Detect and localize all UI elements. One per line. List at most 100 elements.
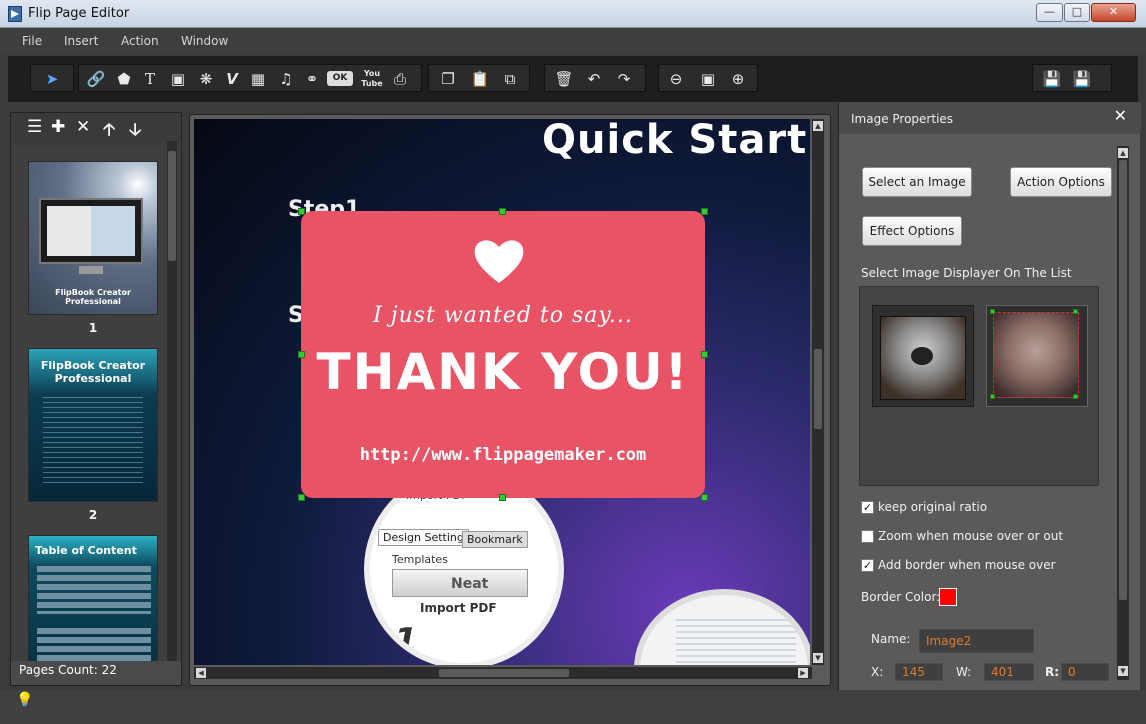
resize-handle[interactable] — [499, 208, 506, 215]
pages-count: Pages Count: 22 — [19, 663, 117, 677]
page-thumbnail-image: FlipBook Creator Professional — [28, 161, 158, 315]
action-options-button[interactable]: Action Options — [1010, 167, 1112, 197]
properties-panel: Image Properties ✕ Select an Image Actio… — [838, 102, 1141, 692]
save-icon[interactable]: 💾 — [1041, 68, 1063, 90]
menu-bar: File Insert Action Window — [0, 28, 1146, 54]
page-thumbnail[interactable]: Table of Content — [28, 535, 158, 661]
step-circle-graphic: Import PDF Design Setting Bookmark Templ… — [364, 469, 564, 665]
thank-you-image[interactable]: I just wanted to say... THANK YOU! http:… — [301, 211, 705, 498]
zoom-tool-group: ⊖ ▣ ⊕ — [658, 64, 758, 92]
remove-page-icon[interactable]: ✕ — [76, 117, 90, 137]
paste-icon[interactable]: 📋 — [469, 68, 491, 90]
card-script-text: I just wanted to say... — [373, 303, 633, 328]
window-title: Flip Page Editor — [28, 6, 130, 21]
text-icon[interactable]: T — [139, 68, 161, 90]
resize-handle[interactable] — [701, 351, 708, 358]
effect-options-button[interactable]: Effect Options — [862, 216, 962, 246]
koala-thumbnail — [880, 316, 966, 400]
minimize-button[interactable]: — — [1036, 3, 1063, 22]
properties-scrollbar[interactable]: ▲ ▼ — [1117, 146, 1129, 680]
copy-icon[interactable]: ❐ — [437, 68, 459, 90]
fit-page-icon[interactable]: ▣ — [697, 68, 719, 90]
pages-scroll-thumb[interactable] — [168, 151, 176, 261]
link-icon[interactable]: 🔗 — [85, 68, 107, 90]
toolbar: ➤ 🔗 ⬟ T ▣ ❋ V ▦ ♫ ⚭ OK You Tube ⎙ ❐ 📋 ⧉ … — [8, 56, 1138, 102]
page-list-icon[interactable]: ☰ — [27, 117, 42, 137]
image-displayer-list — [859, 286, 1099, 486]
canvas-hscroll-thumb[interactable] — [439, 669, 569, 677]
resize-handle[interactable] — [701, 494, 708, 501]
undo-icon[interactable]: ↶ — [583, 68, 605, 90]
shape-icon[interactable]: ⬟ — [113, 68, 135, 90]
properties-title: Image Properties — [851, 112, 954, 126]
keep-ratio-checkbox[interactable]: ✓ — [861, 501, 874, 514]
add-page-icon[interactable]: ✚ — [51, 117, 65, 137]
canvas-horizontal-scrollbar[interactable]: ◀ ▶ — [194, 667, 812, 679]
page-thumbnail-image: FlipBook Creator Professional — [28, 348, 158, 502]
video-icon[interactable]: ▦ — [247, 68, 269, 90]
name-label: Name: — [871, 632, 911, 646]
select-move-icon[interactable]: ➤ — [41, 68, 63, 90]
displayer-option-plain[interactable] — [872, 305, 974, 407]
resize-handle[interactable] — [298, 351, 305, 358]
menu-file[interactable]: File — [22, 34, 42, 48]
properties-scroll-thumb[interactable] — [1119, 160, 1127, 600]
scroll-right-icon[interactable]: ▶ — [798, 668, 808, 678]
menu-action[interactable]: Action — [121, 34, 159, 48]
menu-window[interactable]: Window — [181, 34, 228, 48]
r-field[interactable]: 0 — [1061, 663, 1109, 681]
ok-button-icon[interactable]: OK — [327, 71, 353, 86]
audio-icon[interactable]: ♫ — [275, 68, 297, 90]
app-icon — [8, 6, 22, 22]
redo-icon[interactable]: ↷ — [613, 68, 635, 90]
card-url-text: http://www.flippagemaker.com — [359, 445, 647, 465]
flash-icon[interactable]: ❋ — [195, 68, 217, 90]
page-thumbnail[interactable]: FlipBook Creator Professional 1 — [28, 161, 158, 335]
x-field[interactable]: 145 — [895, 663, 943, 681]
w-field[interactable]: 401 — [984, 663, 1034, 681]
print-icon[interactable]: ⎙ — [389, 68, 411, 90]
maximize-button[interactable]: □ — [1064, 3, 1090, 22]
zoom-checkbox[interactable] — [861, 530, 874, 543]
border-color-swatch[interactable] — [939, 588, 957, 606]
resize-handle[interactable] — [701, 208, 708, 215]
scroll-up-icon[interactable]: ▲ — [1118, 148, 1128, 158]
w-label: W: — [956, 665, 972, 679]
image-icon[interactable]: ▣ — [167, 68, 189, 90]
displayer-option-border[interactable] — [986, 305, 1088, 407]
page-number: 2 — [88, 508, 98, 522]
save-and-exit-icon[interactable]: 💾 — [1071, 68, 1093, 90]
close-button[interactable]: ✕ — [1091, 3, 1136, 22]
name-field[interactable]: Image2 — [919, 629, 1034, 653]
swf-icon[interactable]: ⚭ — [301, 68, 323, 90]
zoom-out-icon[interactable]: ⊖ — [665, 68, 687, 90]
border-color-label: Border Color: — [861, 590, 941, 604]
move-down-icon[interactable]: 🡣 — [129, 117, 141, 146]
youtube-icon[interactable]: You Tube — [361, 69, 383, 91]
close-panel-icon[interactable]: ✕ — [1114, 106, 1127, 125]
duplicate-icon[interactable]: ⧉ — [499, 68, 521, 90]
scroll-down-icon[interactable]: ▼ — [1118, 666, 1128, 676]
resize-handle[interactable] — [298, 208, 305, 215]
step-circle-graphic-2 — [634, 589, 810, 665]
canvas-vscroll-thumb[interactable] — [814, 349, 822, 429]
pages-scrollbar[interactable] — [167, 141, 177, 661]
scroll-up-icon[interactable]: ▲ — [813, 121, 823, 131]
editor-canvas[interactable]: Quick Start of F Step1 S Import PDF Desi… — [194, 119, 810, 665]
menu-insert[interactable]: Insert — [64, 34, 98, 48]
page-thumbnail[interactable]: FlipBook Creator Professional 2 — [28, 348, 158, 522]
thumbnail-caption: FlipBook Creator Professional — [40, 359, 146, 385]
zoom-in-icon[interactable]: ⊕ — [727, 68, 749, 90]
keep-ratio-label: keep original ratio — [878, 500, 988, 514]
properties-header: Image Properties ✕ — [839, 102, 1141, 134]
move-up-icon[interactable]: 🡡 — [103, 117, 115, 146]
border-checkbox[interactable]: ✓ — [861, 559, 874, 572]
resize-handle[interactable] — [499, 494, 506, 501]
canvas-vertical-scrollbar[interactable]: ▲ ▼ — [812, 119, 824, 665]
scroll-left-icon[interactable]: ◀ — [196, 668, 206, 678]
scroll-down-icon[interactable]: ▼ — [813, 653, 823, 663]
delete-icon[interactable]: 🗑 — [553, 68, 575, 90]
vimeo-icon[interactable]: V — [221, 68, 243, 90]
select-image-button[interactable]: Select an Image — [862, 167, 972, 197]
resize-handle[interactable] — [298, 494, 305, 501]
